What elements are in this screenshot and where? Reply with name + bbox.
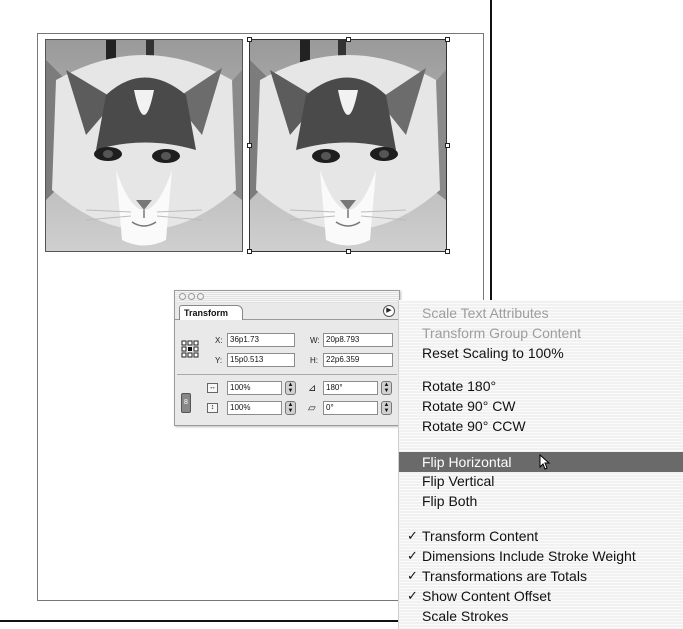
menu-item-scale-strokes[interactable]: Scale Strokes (399, 606, 683, 626)
selection-handle[interactable] (445, 143, 450, 148)
menu-item-dimensions-include-stroke-weight[interactable]: ✓ Dimensions Include Stroke Weight (399, 546, 683, 566)
panel-menu-button[interactable]: ▶ (383, 305, 395, 317)
h-label: H: (310, 356, 318, 365)
tab-transform[interactable]: Transform (179, 305, 244, 320)
menu-item-flip-vertical[interactable]: Flip Vertical (399, 471, 683, 491)
reference-point-icon[interactable] (181, 340, 199, 358)
shear-field[interactable]: 0° (323, 401, 378, 415)
rotate-stepper[interactable]: ▲ ▼ (381, 381, 392, 395)
transform-panel-menu: Scale Text Attributes Transform Group Co… (398, 300, 683, 629)
minimize-icon[interactable] (188, 293, 195, 300)
scale-x-field[interactable]: 100% (227, 381, 282, 395)
menu-item-transform-group-content: Transform Group Content (422, 325, 581, 341)
scale-x-icon: ↔ (207, 383, 218, 393)
menu-item-rotate-180[interactable]: Rotate 180° (399, 376, 683, 396)
checkmark-icon: ✓ (407, 528, 418, 543)
panel-divider (177, 374, 397, 375)
menu-item-scale-text-attributes: Scale Text Attributes (422, 305, 549, 321)
menu-item-flip-horizontal[interactable]: Flip Horizontal (399, 452, 683, 472)
menu-item-flip-both[interactable]: Flip Both (399, 491, 683, 511)
y-field[interactable]: 15p0.513 (227, 353, 295, 367)
shear-stepper[interactable]: ▲ ▼ (381, 401, 392, 415)
cat-image-flipped[interactable] (249, 39, 447, 252)
scale-y-stepper[interactable]: ▲ ▼ (285, 401, 296, 415)
menu-item-transform-content[interactable]: ✓ Transform Content (399, 526, 683, 546)
menu-item-reset-scaling[interactable]: Reset Scaling to 100% (399, 343, 683, 363)
selection-handle[interactable] (247, 37, 252, 42)
scale-y-icon: ↕ (207, 403, 218, 413)
pointer-cursor-icon (539, 454, 551, 470)
scale-y-field[interactable]: 100% (227, 401, 282, 415)
w-field[interactable]: 20p8.793 (323, 333, 393, 347)
constrain-proportions-icon[interactable]: 8 (181, 393, 191, 413)
panel-titlebar[interactable] (175, 291, 399, 303)
checkmark-icon: ✓ (407, 548, 418, 563)
x-label: X: (215, 336, 223, 345)
rotate-field[interactable]: 180° (323, 381, 378, 395)
cat-image-original[interactable] (45, 39, 243, 252)
x-field[interactable]: 36p1.73 (227, 333, 295, 347)
h-field[interactable]: 22p6.359 (323, 353, 393, 367)
shear-icon: ▱ (308, 403, 316, 414)
menu-item-show-content-offset[interactable]: ✓ Show Content Offset (399, 586, 683, 606)
scale-x-stepper[interactable]: ▲ ▼ (285, 381, 296, 395)
rotate-icon: ⊿ (308, 383, 317, 394)
menu-item-rotate-90-ccw[interactable]: Rotate 90° CCW (399, 416, 683, 436)
checkmark-icon: ✓ (407, 588, 418, 603)
panel-tab-row: Transform ▶ (175, 303, 399, 320)
selection-handle[interactable] (247, 249, 252, 254)
y-label: Y: (215, 356, 223, 365)
close-icon[interactable] (179, 293, 186, 300)
checkmark-icon: ✓ (407, 568, 418, 583)
selection-handle[interactable] (346, 249, 351, 254)
transform-panel: Transform ▶ X: 36p1.73 Y: 15p0.513 W: 20… (174, 290, 400, 426)
w-label: W: (310, 336, 320, 345)
selection-handle[interactable] (346, 37, 351, 42)
selection-handle[interactable] (445, 249, 450, 254)
zoom-icon[interactable] (197, 293, 204, 300)
menu-item-transformations-are-totals[interactable]: ✓ Transformations are Totals (399, 566, 683, 586)
menu-item-rotate-90-cw[interactable]: Rotate 90° CW (399, 396, 683, 416)
selection-handle[interactable] (445, 37, 450, 42)
selection-handle[interactable] (247, 143, 252, 148)
